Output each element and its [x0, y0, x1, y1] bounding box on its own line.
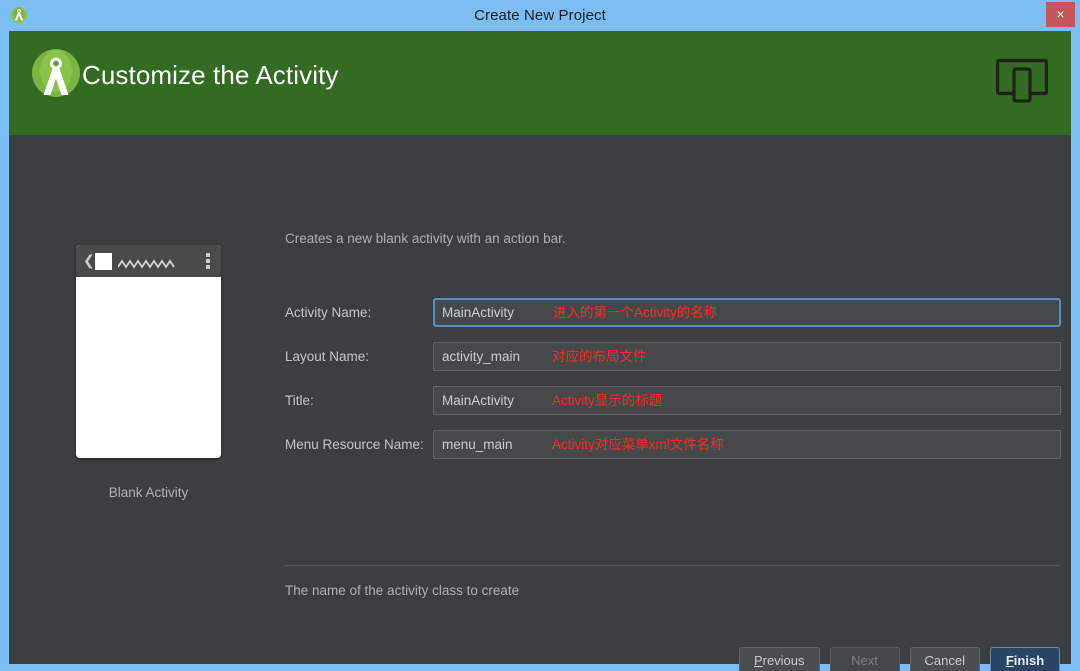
template-description: Creates a new blank activity with an act… [285, 231, 566, 246]
activity-name-annotation: 进入的第一个Activity的名称 [553, 300, 717, 325]
activity-form: Activity Name: MainActivity 进入的第一个Activi… [285, 298, 1061, 474]
label-title: Title: [285, 386, 314, 416]
layout-name-annotation: 对应的布局文件 [552, 343, 647, 370]
menu-resource-name-value: menu_main [442, 431, 513, 458]
form-row-title: Title: MainActivity Activity显示的标题 [285, 386, 1061, 416]
label-activity-name: Activity Name: [285, 298, 371, 328]
wizard-content: Creates a new blank activity with an act… [9, 135, 1071, 664]
preview-card: ❮ [76, 245, 221, 458]
menu-resource-name-input[interactable]: menu_main Activity对应菜单xml文件名称 [433, 430, 1061, 459]
preview-actionbar: ❮ [76, 245, 221, 277]
activity-name-value: MainActivity [442, 300, 514, 325]
form-row-layout-name: Layout Name: activity_main 对应的布局文件 [285, 342, 1061, 372]
form-row-menu-resource-name: Menu Resource Name: menu_main Activity对应… [285, 430, 1061, 460]
label-layout-name: Layout Name: [285, 342, 369, 372]
window-title: Create New Project [0, 0, 1080, 31]
footer-separator [285, 565, 1061, 566]
activity-preview: ❮ Blank Activity [76, 245, 221, 500]
zigzag-title-placeholder [118, 256, 175, 266]
tablet-phone-icon [996, 57, 1048, 105]
menu-resource-name-annotation: Activity对应菜单xml文件名称 [552, 431, 724, 458]
dialog-body: Customize the Activity Creates a new bla… [9, 31, 1071, 664]
field-hint-text: The name of the activity class to create [285, 583, 519, 598]
title-annotation: Activity显示的标题 [552, 387, 662, 414]
previous-button-label: revious [763, 653, 805, 668]
title-input[interactable]: MainActivity Activity显示的标题 [433, 386, 1061, 415]
previous-button[interactable]: Previous [739, 647, 820, 671]
label-menu-resource-name: Menu Resource Name: [285, 430, 424, 460]
cancel-button[interactable]: Cancel [910, 647, 980, 671]
create-new-project-window: Create New Project × Customize the Activ… [0, 0, 1080, 671]
preview-content-area [76, 277, 221, 458]
finish-button[interactable]: Finish [990, 647, 1060, 671]
dialog-button-bar: Previous Next Cancel Finish [739, 647, 1060, 671]
window-titlebar: Create New Project × [0, 0, 1080, 31]
overflow-dots-icon [206, 253, 210, 270]
next-button[interactable]: Next [830, 647, 900, 671]
activity-name-input[interactable]: MainActivity 进入的第一个Activity的名称 [433, 298, 1061, 327]
layout-name-input[interactable]: activity_main 对应的布局文件 [433, 342, 1061, 371]
preview-caption: Blank Activity [76, 485, 221, 500]
layout-name-value: activity_main [442, 343, 520, 370]
android-studio-compass-icon [25, 45, 87, 107]
chevron-left-icon: ❮ [83, 254, 91, 267]
page-title: Customize the Activity [82, 60, 339, 91]
wizard-header: Customize the Activity [9, 31, 1071, 135]
form-row-activity-name: Activity Name: MainActivity 进入的第一个Activi… [285, 298, 1061, 328]
close-icon[interactable]: × [1046, 2, 1075, 27]
finish-button-label: inish [1014, 653, 1044, 668]
title-value: MainActivity [442, 387, 514, 414]
app-square-icon [95, 253, 112, 270]
